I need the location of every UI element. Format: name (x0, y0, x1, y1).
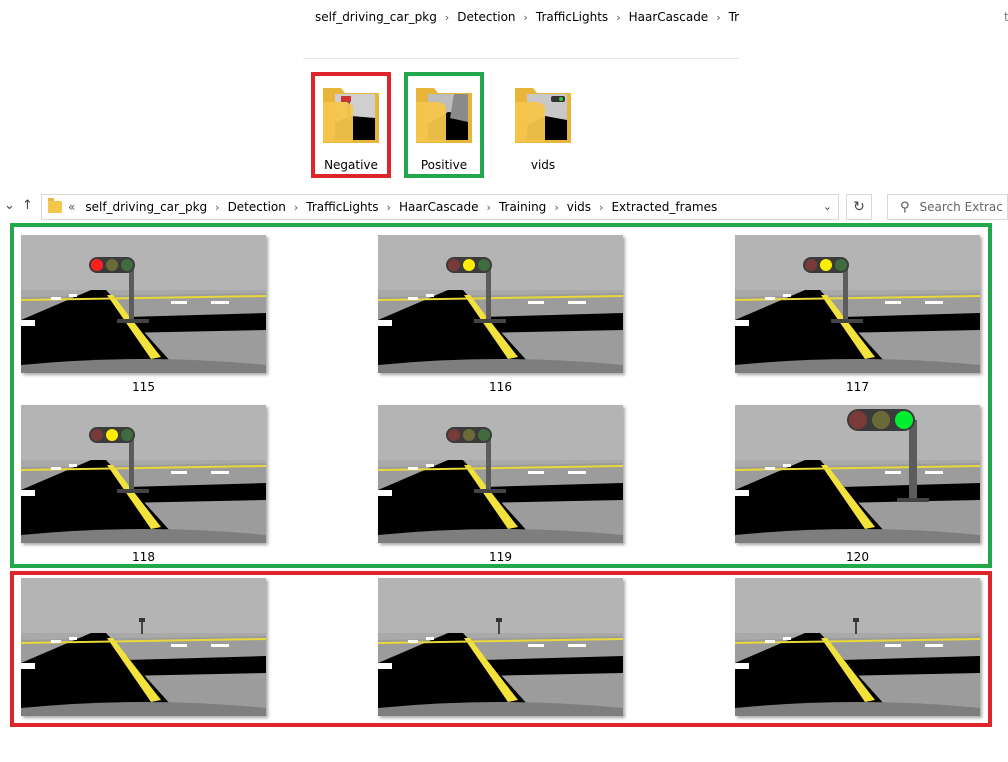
search-input[interactable]: ⚲ Search Extrac (887, 194, 1008, 220)
address-bar-row: ⌄ ↑ « self_driving_car_pkg › Detection ›… (0, 190, 1008, 224)
chevron-right-icon: › (486, 200, 491, 214)
folder-positive[interactable]: Positive (404, 72, 484, 178)
crumb-self-driving-car-pkg[interactable]: self_driving_car_pkg (81, 200, 211, 214)
frame-thumbnail[interactable] (21, 578, 266, 716)
frame-filename: 119 (489, 550, 512, 564)
chevron-right-icon: › (716, 10, 721, 24)
address-bar[interactable]: « self_driving_car_pkg › Detection › Tra… (41, 194, 839, 220)
frame-thumbnail[interactable] (735, 235, 980, 373)
chevron-right-icon: › (523, 10, 528, 24)
top-breadcrumb: self_driving_car_pkg › Detection › Traff… (303, 0, 739, 34)
folder-icon (515, 88, 571, 143)
search-icon: ⚲ (900, 199, 910, 215)
crumb-training[interactable]: Training (495, 200, 550, 214)
chevron-right-icon: › (616, 10, 621, 24)
frame-filename: 118 (132, 550, 155, 564)
folder-label: Negative (324, 158, 378, 172)
chevron-right-icon: › (599, 200, 604, 214)
chevron-right-icon: › (386, 200, 391, 214)
crumb-self-driving-car-pkg[interactable]: self_driving_car_pkg (311, 10, 441, 24)
folder-label: Positive (420, 158, 468, 172)
crumb-detection[interactable]: Detection (224, 200, 290, 214)
frame-filename: 117 (846, 380, 869, 394)
chevron-right-icon: › (293, 200, 299, 214)
folder-negative[interactable]: Negative (311, 72, 391, 178)
chevron-right-icon: › (444, 10, 450, 24)
folder-icon (323, 88, 379, 143)
crumb-haarcascade[interactable]: HaarCascade (395, 200, 483, 214)
chevron-right-icon: › (554, 200, 559, 214)
frame-thumbnail[interactable] (735, 578, 980, 716)
chevron-right-icon: › (215, 200, 220, 214)
frame-thumbnail[interactable] (378, 235, 623, 373)
folder-vids[interactable]: vids (503, 72, 583, 178)
frame-thumbnail[interactable] (378, 405, 623, 543)
frame-filename: 115 (132, 380, 155, 394)
frame-thumbnail[interactable] (735, 405, 980, 543)
crumb-trafficlights[interactable]: TrafficLights (302, 200, 382, 214)
divider (303, 58, 739, 59)
frame-filename: 116 (489, 380, 512, 394)
up-arrow-icon[interactable]: ↑ (22, 198, 33, 213)
folder-icon (48, 198, 62, 213)
crumb-vids[interactable]: vids (563, 200, 595, 214)
crumb-training[interactable]: Training (725, 10, 739, 24)
crumb-detection[interactable]: Detection (453, 10, 519, 24)
frame-thumbnail[interactable] (21, 235, 266, 373)
chevron-down-icon[interactable]: ⌄ (4, 198, 15, 213)
folder-icon (416, 88, 472, 143)
refresh-button[interactable]: ↻ (846, 194, 872, 220)
frame-filename: 120 (846, 550, 869, 564)
overflow-marker[interactable]: « (68, 200, 75, 214)
crumb-extracted-frames[interactable]: Extracted_frames (607, 200, 721, 214)
crumb-haarcascade[interactable]: HaarCascade (625, 10, 713, 24)
frame-thumbnail[interactable] (378, 578, 623, 716)
folder-label: vids (530, 158, 556, 172)
crumb-trafficlights[interactable]: TrafficLights (532, 10, 612, 24)
frame-thumbnail[interactable] (21, 405, 266, 543)
search-placeholder: Search Extrac (919, 200, 1003, 214)
truncated-text: t (1004, 10, 1008, 24)
chevron-down-icon[interactable]: ⌄ (823, 200, 832, 213)
